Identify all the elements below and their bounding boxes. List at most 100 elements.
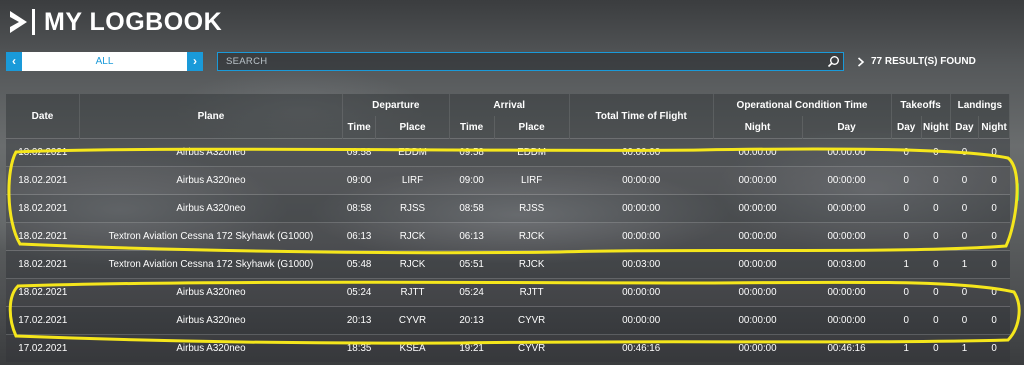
col-op-day[interactable]: Day — [802, 116, 892, 139]
cell-night: 00:00:00 — [713, 166, 803, 195]
cell-ld-day: 0 — [950, 306, 979, 335]
cell-dep-place: RJSS — [375, 194, 450, 223]
cell-day: 00:00:00 — [802, 166, 892, 195]
cell-to-day: 1 — [891, 250, 922, 279]
cell-day: 00:03:00 — [802, 250, 892, 279]
col-total-time[interactable]: Total Time of Flight — [569, 94, 714, 139]
cell-date: 18.02.2021 — [6, 166, 80, 195]
cell-plane: Textron Aviation Cessna 172 Skyhawk (G10… — [79, 250, 343, 279]
cell-plane: Airbus A320neo — [79, 194, 343, 223]
cell-ld-night: 0 — [978, 138, 1010, 167]
table-row[interactable]: 18.02.2021 Airbus A320neo 08:58 RJSS 08:58 RJ… — [6, 194, 1010, 223]
cell-to-night: 0 — [921, 278, 951, 307]
cell-date: 18.02.2021 — [6, 194, 80, 223]
cell-plane: Airbus A320neo — [79, 278, 343, 307]
cell-to-night: 0 — [921, 194, 951, 223]
cell-dep-time: 05:24 — [342, 278, 376, 307]
results-count: 77 RESULT(S) FOUND — [857, 52, 976, 71]
col-dep-place[interactable]: Place — [375, 116, 450, 139]
cell-plane: Airbus A320neo — [79, 166, 343, 195]
cell-arr-place: RJCK — [494, 250, 570, 279]
table-row[interactable]: 18.02.2021 Textron Aviation Cessna 172 Sk… — [6, 222, 1010, 251]
cell-dep-time: 20:13 — [342, 306, 376, 335]
cell-day: 00:46:16 — [802, 334, 892, 362]
cell-night: 00:00:00 — [713, 222, 803, 251]
col-arr-time[interactable]: Time — [449, 116, 495, 139]
cell-arr-time: 05:24 — [449, 278, 494, 307]
col-plane[interactable]: Plane — [79, 94, 343, 139]
cell-dep-time: 06:13 — [342, 222, 376, 251]
cell-date: 18.02.2021 — [6, 138, 80, 167]
cell-arr-time: 05:51 — [449, 250, 494, 279]
table-row[interactable]: 18.02.2021 Airbus A320neo 05:24 RJTT 05:24 RJ… — [6, 278, 1010, 307]
col-arr-place[interactable]: Place — [494, 116, 570, 139]
col-dep-time[interactable]: Time — [342, 116, 377, 139]
cell-to-day: 0 — [891, 306, 922, 335]
table-row[interactable]: 18.02.2021 Textron Aviation Cessna 172 Sk… — [6, 250, 1010, 279]
cell-arr-place: EDDM — [494, 138, 570, 167]
cell-total: 00:00:00 — [569, 138, 714, 167]
cell-to-night: 0 — [921, 166, 951, 195]
col-landings-night[interactable]: Night — [978, 116, 1010, 139]
cell-plane: Airbus A320neo — [79, 138, 343, 167]
cell-ld-night: 0 — [978, 166, 1010, 195]
cell-arr-place: RJSS — [494, 194, 570, 223]
cell-ld-day: 0 — [950, 166, 979, 195]
filter-dropdown[interactable]: ‹ ALL › — [6, 52, 203, 71]
cell-to-night: 0 — [921, 250, 951, 279]
chevron-right-icon — [857, 56, 865, 67]
cell-to-day: 1 — [891, 334, 922, 362]
cell-ld-night: 0 — [978, 306, 1010, 335]
cell-total: 00:00:00 — [569, 222, 714, 251]
cell-dep-place: RJCK — [375, 250, 450, 279]
cell-day: 00:00:00 — [802, 222, 892, 251]
cell-to-night: 0 — [921, 334, 951, 362]
col-takeoffs-day[interactable]: Day — [891, 116, 922, 139]
cell-to-day: 0 — [891, 166, 922, 195]
cell-ld-night: 0 — [978, 194, 1010, 223]
chevron-left-icon[interactable]: ‹ — [6, 52, 22, 71]
cell-dep-time: 09:00 — [342, 166, 376, 195]
cell-ld-day: 0 — [950, 278, 979, 307]
cell-to-night: 0 — [921, 306, 951, 335]
cell-arr-place: LIRF — [494, 166, 570, 195]
cell-day: 00:00:00 — [802, 138, 892, 167]
cell-night: 00:00:00 — [713, 306, 803, 335]
cell-arr-place: CYVR — [494, 334, 570, 362]
search-icon[interactable] — [827, 55, 840, 68]
scrollbar-thumb[interactable] — [1016, 183, 1019, 201]
cell-night: 00:00:00 — [713, 278, 803, 307]
cell-ld-night: 0 — [978, 250, 1010, 279]
cell-dep-place: EDDM — [375, 138, 450, 167]
col-takeoffs: Takeoffs — [891, 94, 951, 116]
table-header: Date Plane Departure Arrival Total Time … — [6, 94, 1011, 139]
page-title: MY LOGBOOK — [44, 7, 223, 36]
search-input[interactable]: SEARCH — [217, 52, 844, 71]
table-row[interactable]: 17.02.2021 Airbus A320neo 18:35 KSEA 19:21 CY… — [6, 334, 1010, 362]
col-op-night[interactable]: Night — [713, 116, 803, 139]
chevron-right-icon[interactable]: › — [187, 52, 203, 71]
cell-arr-place: RJCK — [494, 222, 570, 251]
col-takeoffs-night[interactable]: Night — [921, 116, 951, 139]
cell-arr-place: CYVR — [494, 306, 570, 335]
table-row[interactable]: 18.02.2021 Airbus A320neo 09:00 LIRF 09:00 LI… — [6, 166, 1010, 195]
cell-arr-time: 09:00 — [449, 166, 494, 195]
cell-to-day: 0 — [891, 222, 922, 251]
col-departure: Departure — [342, 94, 450, 116]
col-date[interactable]: Date — [6, 94, 81, 139]
cell-date: 18.02.2021 — [6, 222, 80, 251]
cell-date: 18.02.2021 — [6, 278, 80, 307]
table-row[interactable]: 17.02.2021 Airbus A320neo 20:13 CYVR 20:13 CY… — [6, 306, 1010, 335]
cell-dep-place: LIRF — [375, 166, 450, 195]
cell-day: 00:00:00 — [802, 278, 892, 307]
cell-ld-day: 1 — [950, 250, 979, 279]
cell-arr-time: 20:13 — [449, 306, 494, 335]
cell-total: 00:03:00 — [569, 250, 714, 279]
chevron-logo-icon — [8, 6, 38, 38]
page-header: MY LOGBOOK — [8, 4, 222, 40]
cell-arr-time: 06:13 — [449, 222, 494, 251]
logbook-table: Date Plane Departure Arrival Total Time … — [6, 94, 1011, 362]
col-landings-day[interactable]: Day — [950, 116, 980, 139]
cell-dep-time: 05:48 — [342, 250, 376, 279]
table-row[interactable]: 18.02.2021 Airbus A320neo 09:58 EDDM 09:58 ED… — [6, 138, 1010, 167]
